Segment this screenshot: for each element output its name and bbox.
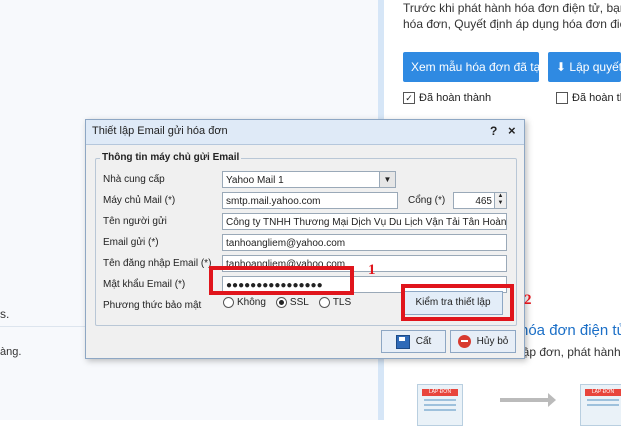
- save-button[interactable]: Cất: [381, 330, 446, 353]
- server-value: smtp.mail.yahoo.com: [226, 196, 321, 207]
- sender-name-value: Công ty TNHH Thương Mại Dịch Vụ Du Lịch …: [226, 217, 507, 228]
- server-input[interactable]: smtp.mail.yahoo.com: [222, 192, 398, 209]
- email-value: tanhoangliem@yahoo.com: [226, 238, 346, 249]
- section-subtitle: lập đơn, phát hành hó: [520, 345, 621, 359]
- view-template-button[interactable]: Xem mẫu hóa đơn đã tạo: [403, 52, 539, 82]
- radio-unchecked-icon: [318, 297, 330, 308]
- radio-tls-label: TLS: [332, 297, 352, 308]
- port-stepper[interactable]: 465 ▲ ▼: [453, 192, 507, 209]
- intro-line-1: Trước khi phát hành hóa đơn điện tử, bạn…: [403, 1, 621, 15]
- done-checkbox-1[interactable]: ✓ Đã hoàn thành: [403, 92, 491, 104]
- radio-unchecked-icon: [223, 297, 234, 308]
- email-label: Email gửi (*): [103, 237, 159, 248]
- password-label: Mật khẩu Email (*): [103, 279, 186, 290]
- port-label: Cổng (*): [408, 195, 446, 206]
- annotation-marker-2: 2: [524, 292, 532, 308]
- highlight-box-password: [209, 266, 354, 295]
- port-value: 465: [475, 196, 492, 207]
- view-template-label: Xem mẫu hóa đơn đã tạo: [411, 60, 539, 74]
- server-label: Máy chủ Mail (*): [103, 195, 176, 206]
- radio-none-label: Không: [237, 297, 266, 308]
- dialog-title: Thiết lập Email gửi hóa đơn: [92, 125, 228, 137]
- email-settings-dialog: Thiết lập Email gửi hóa đơn ? × Thông ti…: [85, 119, 525, 359]
- save-icon: [395, 334, 410, 349]
- checkbox-empty-icon: [556, 92, 568, 104]
- sender-name-label: Tên người gửi: [103, 216, 167, 227]
- cancel-button[interactable]: Hủy bỏ: [450, 330, 516, 353]
- flow-arrow-icon: [500, 393, 556, 407]
- help-icon[interactable]: ?: [490, 124, 497, 138]
- intro-text: Trước khi phát hành hóa đơn điện tử, bạn…: [403, 0, 621, 32]
- section-title: hóa đơn điện tử: [520, 322, 621, 339]
- login-label: Tên đăng nhập Email (*): [103, 258, 212, 269]
- check-icon: ✓: [403, 92, 415, 104]
- close-icon[interactable]: ×: [508, 123, 516, 138]
- left-text-1: s.: [0, 307, 10, 321]
- cancel-icon: [457, 335, 471, 348]
- done-label-2: Đã hoàn thà: [572, 92, 621, 104]
- intro-line-2: hóa đơn, Quyết định áp dụng hóa đơn điện…: [403, 17, 621, 31]
- provider-value: Yahoo Mail 1: [226, 175, 284, 186]
- done-label-1: Đã hoàn thành: [419, 92, 492, 104]
- spinner-icon[interactable]: ▲ ▼: [494, 193, 506, 208]
- create-decision-button[interactable]: ⬇ Lập quyết: [548, 52, 621, 82]
- email-input[interactable]: tanhoangliem@yahoo.com: [222, 234, 507, 251]
- radio-tls[interactable]: TLS: [318, 297, 352, 308]
- done-checkbox-2[interactable]: Đã hoàn thà: [556, 92, 621, 104]
- dialog-title-bar[interactable]: Thiết lập Email gửi hóa đơn ? ×: [86, 120, 524, 145]
- security-radio-group: Không SSL TLS: [223, 297, 351, 308]
- security-label: Phương thức bảo mật: [103, 300, 202, 311]
- sender-name-input[interactable]: Công ty TNHH Thương Mại Dịch Vụ Du Lịch …: [222, 213, 507, 230]
- chevron-down-icon[interactable]: ▼: [379, 172, 395, 187]
- highlight-box-test-button: [401, 284, 514, 321]
- radio-checked-icon: [275, 297, 287, 308]
- radio-ssl-label: SSL: [289, 297, 309, 308]
- doc-card-label-2: LẬP ĐƠN: [585, 389, 621, 396]
- left-text-2: àng.: [0, 346, 22, 358]
- create-decision-label: Lập quyết: [569, 60, 621, 74]
- provider-label: Nhà cung cấp: [103, 174, 165, 185]
- cancel-label: Hủy bỏ: [476, 336, 509, 347]
- radio-none[interactable]: Không: [223, 297, 266, 308]
- radio-ssl[interactable]: SSL: [275, 297, 309, 308]
- group-title: Thông tin máy chủ gửi Email: [100, 152, 242, 163]
- doc-card-label: LẬP ĐƠN: [422, 389, 458, 396]
- provider-select[interactable]: Yahoo Mail 1 ▼: [222, 171, 396, 188]
- save-label: Cất: [415, 336, 432, 347]
- annotation-marker-1: 1: [368, 262, 376, 278]
- download-icon: ⬇: [556, 60, 570, 74]
